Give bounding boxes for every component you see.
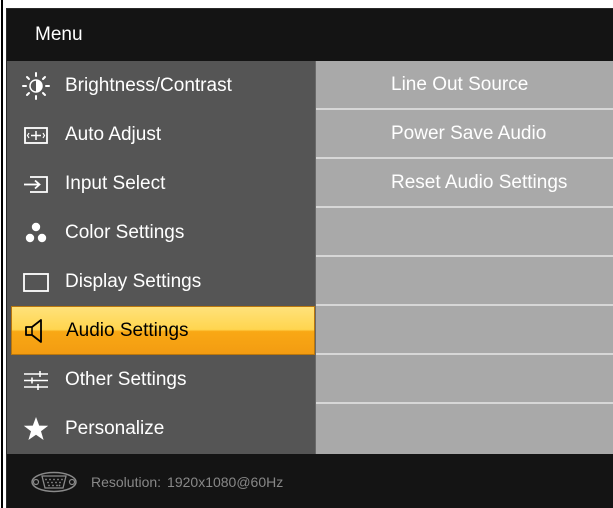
display-settings-icon: [19, 265, 53, 299]
color-settings-icon: [19, 216, 53, 250]
sliders-icon: [19, 363, 53, 397]
vga-connector-icon: [29, 470, 79, 494]
menu-item-other-settings[interactable]: Other Settings: [11, 355, 316, 404]
resolution-label: Resolution:: [91, 473, 162, 490]
submenu-item-label: Reset Audio Settings: [391, 172, 568, 193]
menu-item-label: Display Settings: [65, 270, 202, 292]
menu-item-display-settings[interactable]: Display Settings: [11, 257, 316, 306]
speaker-icon: [20, 314, 54, 348]
resolution-value: 1920x1080@60Hz: [167, 473, 284, 490]
brightness-icon: [19, 69, 53, 103]
submenu-item-reset-audio-settings[interactable]: Reset Audio Settings: [316, 159, 613, 208]
menu-item-color-settings[interactable]: Color Settings: [11, 208, 316, 257]
menu-item-label: Input Select: [65, 172, 166, 194]
menu-item-brightness-contrast[interactable]: Brightness/Contrast: [11, 61, 316, 110]
menu-title: Menu: [35, 24, 83, 45]
menu-item-label: Other Settings: [65, 368, 187, 390]
auto-adjust-icon: [19, 118, 53, 152]
submenu-item-empty: [316, 404, 613, 453]
submenu-item-label: Power Save Audio: [391, 123, 547, 144]
menu-header: Menu: [7, 9, 613, 61]
menu-item-label: Auto Adjust: [65, 123, 162, 145]
submenu-item-power-save-audio[interactable]: Power Save Audio: [316, 110, 613, 159]
osd-menu-window: Menu Brightness/Contrast Auto Adjust Inp…: [6, 8, 613, 508]
submenu-item-label: Line Out Source: [391, 74, 529, 95]
main-menu-list: Brightness/Contrast Auto Adjust Input Se…: [7, 61, 316, 454]
menu-item-input-select[interactable]: Input Select: [11, 159, 316, 208]
menu-item-label: Audio Settings: [66, 319, 189, 341]
window-edge: [1, 0, 3, 508]
menu-item-audio-settings[interactable]: Audio Settings: [11, 306, 315, 355]
menu-item-label: Personalize: [65, 417, 165, 439]
submenu-item-line-out-source[interactable]: Line Out Source: [316, 61, 613, 110]
submenu-item-empty: [316, 306, 613, 355]
input-select-icon: [19, 167, 53, 201]
submenu-item-empty: [316, 208, 613, 257]
menu-item-personalize[interactable]: Personalize: [11, 404, 316, 453]
star-icon: [19, 412, 53, 446]
menu-item-label: Color Settings: [65, 221, 185, 243]
menu-item-label: Brightness/Contrast: [65, 74, 232, 96]
submenu-item-empty: [316, 257, 613, 306]
status-bar: Resolution: 1920x1080@60Hz: [7, 454, 613, 508]
submenu-item-empty: [316, 355, 613, 404]
menu-item-auto-adjust[interactable]: Auto Adjust: [11, 110, 316, 159]
submenu-panel: Line Out Source Power Save Audio Reset A…: [316, 61, 613, 454]
